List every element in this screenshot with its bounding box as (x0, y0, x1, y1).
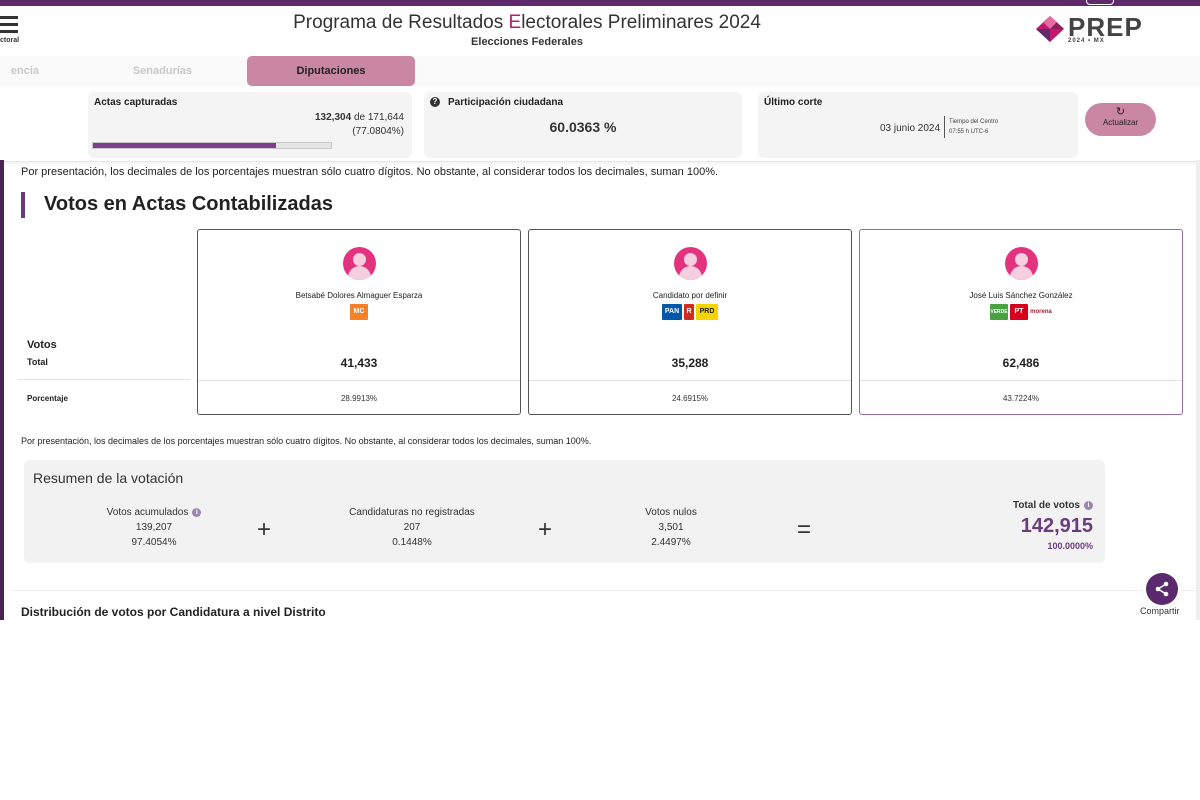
viewport: ctoral Programa de Resultados Electorale… (0, 0, 1200, 620)
party-logo-pt: PT (1010, 304, 1028, 320)
candidate-votes: 35,288 (671, 356, 709, 370)
candidate-percent: 24.6915% (671, 394, 709, 403)
row-separator (18, 379, 190, 380)
candidate-percent: 28.9913% (340, 394, 378, 403)
share-icon (1155, 581, 1169, 597)
left-border (0, 160, 4, 620)
total-label: Total (27, 357, 48, 367)
votos-acumulados: Votos acumulados i 139,207 97.4054% (69, 505, 239, 550)
party-logos: VERDE PT morena (860, 304, 1182, 320)
candidate-card[interactable]: Betsabé Dolores Almaguer Esparza MC 41,4… (197, 229, 521, 415)
tab-presidencia[interactable]: encia (0, 56, 60, 86)
avatar-icon (674, 247, 707, 280)
party-logo-prd: PRD (696, 304, 718, 320)
decimals-note-2: Por presentación, los decimales de los p… (21, 436, 592, 446)
no-registradas-value: 207 (403, 522, 421, 533)
share-label: Compartir (1140, 606, 1180, 616)
candidate-card[interactable]: Candidato por definir PAN R PRD 35,288 2… (528, 229, 852, 415)
election-tabs: encia Senadurías Diputaciones (0, 56, 1200, 86)
acumulados-value: 139,207 (135, 522, 173, 533)
stats-band: Actas capturadas 132,304 de 171,644 (77.… (0, 86, 1200, 162)
plus-icon: + (538, 516, 553, 543)
section-title: Votos en Actas Contabilizadas (44, 193, 333, 215)
no-registradas-percent: 0.1448% (392, 537, 432, 548)
plus-icon: + (257, 516, 272, 543)
nulos-value: 3,501 (658, 522, 684, 533)
candidate-name: Betsabé Dolores Almaguer Esparza (295, 291, 423, 300)
acumulados-label: Votos acumulados (106, 507, 189, 518)
party-logo-mc: MC (350, 304, 368, 320)
candidate-votes: 41,433 (340, 356, 378, 370)
update-label: Actualizar (1102, 118, 1139, 127)
corte-date: 03 junio 2024 (880, 123, 941, 134)
decimals-note: Por presentación, los decimales de los p… (21, 166, 719, 178)
nulos-percent: 2.4497% (651, 537, 691, 548)
corte-timezone: Tiempo del Centro (949, 119, 999, 125)
party-logo-morena: morena (1030, 304, 1052, 320)
corte-divider (944, 116, 945, 138)
avatar-icon (1005, 247, 1038, 280)
actas-percent: (77.0804%) (352, 126, 404, 137)
page-title: Programa de Resultados Electorales Preli… (293, 12, 761, 33)
page-subtitle: Elecciones Federales (471, 36, 583, 48)
refresh-icon: ↻ (1115, 106, 1126, 118)
equals-icon: = (797, 516, 812, 543)
total-votos-percent: 100.0000% (1047, 541, 1093, 551)
candidate-name: José Luis Sánchez González (969, 291, 1073, 300)
participacion-card: ? Participación ciudadana 60.0363 % (424, 92, 742, 158)
actas-card: Actas capturadas 132,304 de 171,644 (77.… (88, 92, 412, 158)
distribution-title: Distribución de votos por Candidatura a … (21, 605, 326, 619)
actas-label: Actas capturadas (94, 97, 178, 108)
party-logo-verde: VERDE (990, 304, 1008, 320)
actas-count: 132,304 de 171,644 (315, 112, 404, 123)
actas-progress-fill (93, 143, 277, 148)
nulos-label: Votos nulos (645, 507, 697, 518)
total-votos-value: 142,915 (1020, 515, 1093, 537)
corte-label: Último corte (764, 97, 823, 108)
porcentaje-label: Porcentaje (27, 394, 68, 403)
total-votos-label: Total de votos (1012, 500, 1080, 511)
tab-senadurias[interactable]: Senadurías (100, 56, 225, 86)
actas-progress-bar (92, 142, 332, 149)
party-logo-pri: R (684, 304, 694, 320)
acumulados-percent: 97.4054% (131, 537, 177, 548)
card-separator (860, 380, 1182, 381)
info-icon[interactable]: i (1084, 500, 1093, 510)
corte-card: Último corte 03 junio 2024 Tiempo del Ce… (758, 92, 1078, 158)
candidaturas-no-registradas: Candidaturas no registradas 207 0.1448% (327, 505, 497, 550)
votos-nulos: Votos nulos 3,501 2.4497% (586, 505, 756, 550)
header: ctoral Programa de Resultados Electorale… (0, 6, 1200, 56)
party-logos: MC (198, 304, 520, 320)
top-pill (1086, 0, 1114, 5)
prep-logo-year: 2024 • MX (1068, 38, 1105, 44)
right-border (1196, 160, 1200, 620)
party-logo-pan: PAN (662, 304, 682, 320)
participacion-label: Participación ciudadana (448, 97, 564, 108)
prep-logo-icon (1036, 16, 1064, 42)
candidate-card-selected[interactable]: José Luis Sánchez González VERDE PT more… (859, 229, 1183, 415)
help-icon[interactable]: ? (430, 97, 440, 108)
corte-time: 07:55 h UTC-6 (949, 129, 989, 135)
participacion-value: 60.0363 % (549, 119, 617, 135)
resumen-title: Resumen de la votación (33, 470, 184, 486)
candidate-name: Candidato por definir (652, 291, 728, 300)
avatar-icon (343, 247, 376, 280)
party-logos: PAN R PRD (529, 304, 851, 320)
section-bar (21, 192, 25, 218)
total-votos: Total de votos i 142,915 100.0000% (1013, 500, 1093, 551)
candidate-votes: 62,486 (1002, 356, 1040, 370)
candidate-percent: 43.7224% (1002, 394, 1040, 403)
info-icon[interactable]: i (192, 507, 202, 517)
card-separator (198, 380, 520, 381)
update-button[interactable]: ↻ Actualizar (1085, 103, 1156, 136)
no-registradas-label: Candidaturas no registradas (349, 507, 475, 518)
resumen-panel: Resumen de la votación Votos acumulados i… (24, 460, 1105, 563)
tab-diputaciones[interactable]: Diputaciones (247, 56, 415, 86)
prep-logo[interactable]: PREP 2024 • MX (1034, 12, 1144, 52)
card-separator (529, 380, 851, 381)
share-button[interactable] (1146, 573, 1178, 605)
votos-label: Votos (27, 339, 57, 351)
